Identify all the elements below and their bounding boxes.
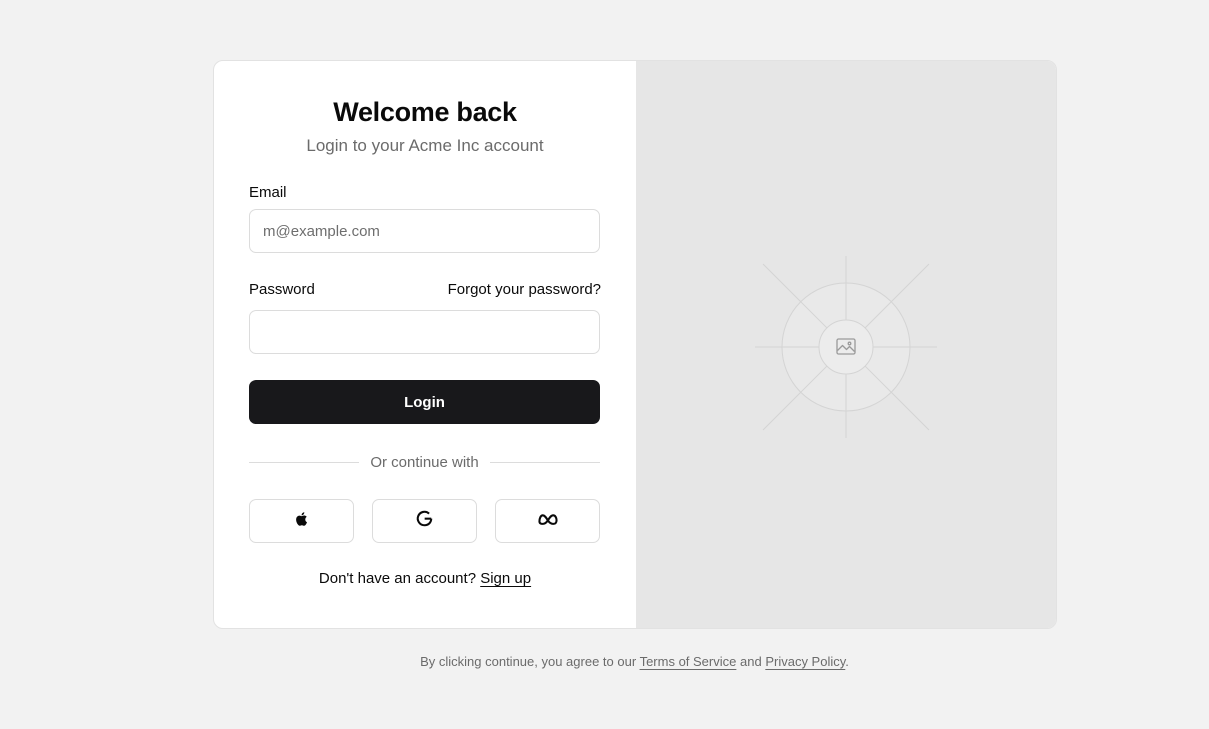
media-placeholder: [636, 61, 1056, 628]
footer-and: and: [740, 654, 762, 669]
email-label: Email: [249, 184, 287, 201]
google-icon: [415, 509, 434, 533]
password-field[interactable]: [249, 310, 600, 354]
login-form: Welcome back Login to your Acme Inc acco…: [214, 61, 636, 628]
image-placeholder-icon: [755, 256, 937, 443]
forgot-password-link[interactable]: Forgot your password?: [448, 281, 601, 298]
password-label: Password: [249, 281, 315, 298]
signup-link[interactable]: Sign up: [480, 570, 531, 587]
signup-row: Don't have an account? Sign up: [214, 570, 636, 587]
login-button[interactable]: Login: [249, 380, 600, 424]
divider-text: Or continue with: [370, 453, 479, 471]
footer-suffix: .: [845, 654, 849, 669]
meta-icon: [537, 512, 559, 531]
login-card: Welcome back Login to your Acme Inc acco…: [213, 60, 1057, 629]
terms-of-service-link[interactable]: Terms of Service: [640, 654, 737, 669]
footer-prefix: By clicking continue, you agree to our: [420, 654, 637, 669]
apple-icon: [293, 509, 311, 534]
google-login-button[interactable]: [372, 499, 477, 543]
meta-login-button[interactable]: [495, 499, 600, 543]
privacy-policy-link[interactable]: Privacy Policy: [765, 654, 845, 669]
signup-prompt: Don't have an account?: [318, 570, 477, 587]
legal-footer: By clicking continue, you agree to our T…: [0, 654, 1209, 669]
divider-line: [489, 461, 601, 463]
page-title: Welcome back: [333, 97, 517, 127]
email-field[interactable]: [249, 209, 600, 253]
divider-line: [249, 461, 360, 463]
apple-login-button[interactable]: [249, 499, 354, 543]
continue-divider: Or continue with: [249, 452, 601, 472]
page-subtitle: Login to your Acme Inc account: [306, 136, 544, 155]
